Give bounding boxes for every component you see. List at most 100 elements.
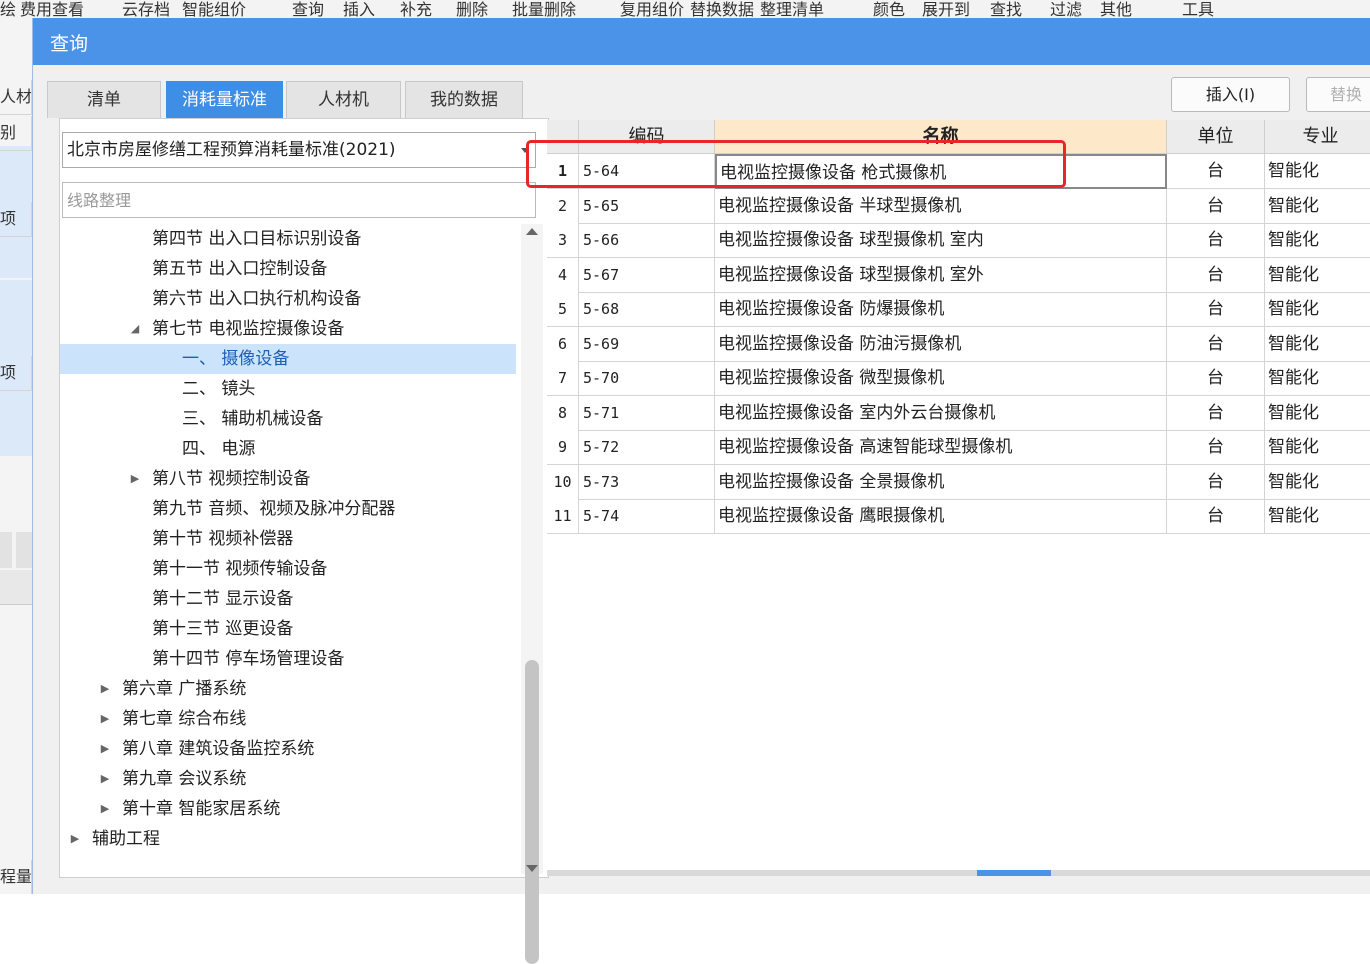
table-row[interactable]: 4 5-67 电视监控摄像设备 球型摄像机 室外台智能化	[547, 257, 1370, 293]
header-name[interactable]: 名称	[715, 120, 1167, 154]
specialty-cell[interactable]: 智能化	[1265, 361, 1370, 396]
specialty-cell[interactable]: 智能化	[1265, 327, 1370, 362]
code-cell[interactable]: 5-66	[579, 223, 715, 258]
unit-cell[interactable]: 台	[1167, 361, 1265, 396]
table-row[interactable]: 5 5-68 电视监控摄像设备 防爆摄像机台智能化	[547, 292, 1370, 327]
row-number[interactable]: 7	[547, 361, 579, 396]
name-cell[interactable]: 电视监控摄像设备 防爆摄像机	[715, 292, 1167, 327]
tree-node[interactable]: 第十三节 巡更设备	[60, 614, 516, 644]
search-input[interactable]	[62, 182, 536, 218]
tree-node[interactable]: ▶ 第八节 视频控制设备	[60, 464, 516, 494]
tree-node[interactable]: ▶ 辅助工程	[60, 824, 516, 854]
row-number[interactable]: 1	[547, 154, 579, 189]
tree-node[interactable]: ▶ 第七章 综合布线	[60, 704, 516, 734]
name-cell[interactable]: 电视监控摄像设备 全景摄像机	[715, 464, 1167, 500]
name-cell[interactable]: 电视监控摄像设备 室内外云台摄像机	[715, 395, 1167, 431]
chevron-right-icon[interactable]: ▶	[98, 794, 112, 824]
specialty-cell[interactable]: 智能化	[1265, 223, 1370, 258]
code-cell[interactable]: 5-71	[579, 395, 715, 431]
name-cell[interactable]: 电视监控摄像设备 微型摄像机	[715, 361, 1167, 396]
unit-cell[interactable]: 台	[1167, 154, 1265, 189]
code-cell[interactable]: 5-72	[579, 430, 715, 465]
header-code[interactable]: 编码	[579, 120, 715, 154]
code-cell[interactable]: 5-74	[579, 499, 715, 534]
tree-node[interactable]: 第十一节 视频传输设备	[60, 554, 516, 584]
specialty-cell[interactable]: 智能化	[1265, 499, 1370, 534]
header-unit[interactable]: 单位	[1167, 120, 1265, 154]
table-row[interactable]: 9 5-72 电视监控摄像设备 高速智能球型摄像机台智能化	[547, 430, 1370, 465]
name-cell[interactable]: 电视监控摄像设备 球型摄像机 室外	[715, 257, 1167, 293]
tree-node[interactable]: 一、 摄像设备	[60, 344, 516, 374]
tree-node[interactable]: 三、 辅助机械设备	[60, 404, 516, 434]
specialty-cell[interactable]: 智能化	[1265, 396, 1370, 431]
insert-button[interactable]: 插入(I)	[1171, 77, 1290, 112]
code-cell[interactable]: 5-67	[579, 257, 715, 293]
row-number[interactable]: 10	[547, 464, 579, 500]
scrollbar-thumb[interactable]	[525, 660, 539, 964]
chevron-right-icon[interactable]: ▶	[98, 734, 112, 764]
table-row[interactable]: 2 5-65 电视监控摄像设备 半球型摄像机台智能化	[547, 188, 1370, 224]
row-number[interactable]: 11	[547, 499, 579, 534]
table-row[interactable]: 1 5-64 电视监控摄像设备 枪式摄像机台智能化	[547, 154, 1370, 189]
tab-consumption-standard[interactable]: 消耗量标准	[166, 81, 283, 118]
table-row[interactable]: 3 5-66 电视监控摄像设备 球型摄像机 室内台智能化	[547, 223, 1370, 258]
unit-cell[interactable]: 台	[1167, 326, 1265, 362]
chevron-down-icon[interactable]	[521, 148, 529, 153]
tree-node[interactable]: ▶ 第六章 广播系统	[60, 674, 516, 704]
dialog-title-bar[interactable]: 查询	[33, 18, 1370, 65]
row-number[interactable]: 4	[547, 257, 579, 293]
chevron-right-icon[interactable]: ▶	[98, 704, 112, 734]
scroll-down-icon[interactable]	[526, 865, 538, 872]
code-cell[interactable]: 5-68	[579, 292, 715, 327]
tree-node[interactable]: 第十四节 停车场管理设备	[60, 644, 516, 674]
replace-button[interactable]: 替换	[1306, 77, 1370, 112]
name-cell[interactable]: 电视监控摄像设备 枪式摄像机	[715, 154, 1167, 189]
name-cell[interactable]: 电视监控摄像设备 防油污摄像机	[715, 326, 1167, 362]
table-row[interactable]: 10 5-73 电视监控摄像设备 全景摄像机台智能化	[547, 464, 1370, 500]
specialty-cell[interactable]: 智能化	[1265, 465, 1370, 500]
code-cell[interactable]: 5-65	[579, 188, 715, 224]
tab-my-data[interactable]: 我的数据	[405, 81, 523, 118]
tree-scrollbar[interactable]	[521, 224, 543, 964]
scroll-up-icon[interactable]	[526, 228, 538, 235]
unit-cell[interactable]: 台	[1167, 292, 1265, 327]
tree-node[interactable]: 第四节 出入口目标识别设备	[60, 224, 516, 254]
specialty-cell[interactable]: 智能化	[1265, 292, 1370, 327]
unit-cell[interactable]: 台	[1167, 395, 1265, 431]
row-number[interactable]: 5	[547, 292, 579, 327]
tree-node[interactable]: ◢ 第七节 电视监控摄像设备	[60, 314, 516, 344]
tree-node[interactable]: ▶ 第九章 会议系统	[60, 764, 516, 794]
code-cell[interactable]: 5-64	[579, 154, 715, 189]
tree-node[interactable]: 第六节 出入口执行机构设备	[60, 284, 516, 314]
table-row[interactable]: 11 5-74 电视监控摄像设备 鹰眼摄像机台智能化	[547, 499, 1370, 534]
name-cell[interactable]: 电视监控摄像设备 鹰眼摄像机	[715, 499, 1167, 534]
unit-cell[interactable]: 台	[1167, 430, 1265, 465]
unit-cell[interactable]: 台	[1167, 257, 1265, 293]
table-row[interactable]: 7 5-70 电视监控摄像设备 微型摄像机台智能化	[547, 361, 1370, 396]
tree-node[interactable]: 第十二节 显示设备	[60, 584, 516, 614]
tree-node[interactable]: 四、 电源	[60, 434, 516, 464]
name-cell[interactable]: 电视监控摄像设备 半球型摄像机	[715, 188, 1167, 224]
unit-cell[interactable]: 台	[1167, 188, 1265, 224]
row-number[interactable]: 9	[547, 430, 579, 465]
row-number[interactable]: 6	[547, 326, 579, 362]
tree-node[interactable]: 第九节 音频、视频及脉冲分配器	[60, 494, 516, 524]
tree-node[interactable]: ▶ 第八章 建筑设备监控系统	[60, 734, 516, 764]
tree-node[interactable]: 第五节 出入口控制设备	[60, 254, 516, 284]
code-cell[interactable]: 5-70	[579, 361, 715, 396]
chevron-down-icon[interactable]: ◢	[128, 314, 142, 344]
specialty-cell[interactable]: 智能化	[1265, 430, 1370, 465]
chevron-right-icon[interactable]: ▶	[68, 824, 82, 854]
code-cell[interactable]: 5-73	[579, 464, 715, 500]
chevron-right-icon[interactable]: ▶	[98, 764, 112, 794]
tree-node[interactable]: 二、 镜头	[60, 374, 516, 404]
header-specialty[interactable]: 专业	[1265, 120, 1370, 154]
row-number[interactable]: 3	[547, 223, 579, 258]
tree-node[interactable]: ▶ 第十章 智能家居系统	[60, 794, 516, 824]
name-cell[interactable]: 电视监控摄像设备 高速智能球型摄像机	[715, 430, 1167, 465]
standard-select[interactable]: 北京市房屋修缮工程预算消耗量标准(2021)	[62, 132, 536, 168]
name-cell[interactable]: 电视监控摄像设备 球型摄像机 室内	[715, 223, 1167, 258]
unit-cell[interactable]: 台	[1167, 499, 1265, 534]
specialty-cell[interactable]: 智能化	[1265, 258, 1370, 293]
unit-cell[interactable]: 台	[1167, 223, 1265, 258]
